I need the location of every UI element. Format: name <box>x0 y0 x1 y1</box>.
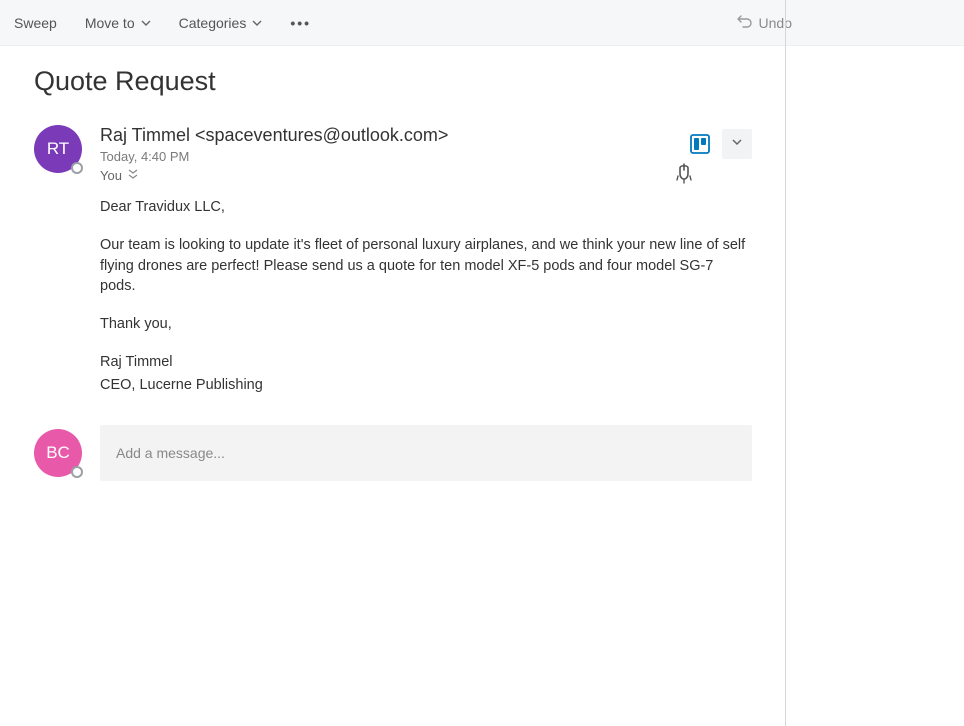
timestamp: Today, 4:40 PM <box>100 149 752 164</box>
trello-addin-button[interactable] <box>690 134 710 154</box>
toolbar: Sweep Move to Categories ••• Undo <box>0 0 964 46</box>
toolbar-left: Sweep Move to Categories ••• <box>0 0 325 46</box>
pane-divider <box>785 0 786 726</box>
signature-name: Raj Timmel <box>100 352 750 372</box>
user-initials: BC <box>46 443 70 463</box>
presence-indicator <box>71 162 83 174</box>
email-subject: Quote Request <box>34 66 752 97</box>
chevron-down-icon <box>252 15 262 31</box>
sweep-label: Sweep <box>14 15 57 31</box>
categories-label: Categories <box>179 15 247 31</box>
email-reading-pane: Quote Request RT Raj Timmel <spaceventur… <box>0 46 786 481</box>
chevron-double-down-icon <box>128 168 138 183</box>
undo-label: Undo <box>759 15 792 31</box>
body-main: Our team is looking to update it's fleet… <box>100 235 750 296</box>
sender-avatar[interactable]: RT <box>34 125 82 173</box>
ellipsis-icon: ••• <box>290 15 311 31</box>
sweep-button[interactable]: Sweep <box>0 0 71 46</box>
signature-title: CEO, Lucerne Publishing <box>100 375 750 395</box>
presence-indicator <box>71 466 83 478</box>
message-meta: Raj Timmel <spaceventures@outlook.com> T… <box>100 125 752 183</box>
body-greeting: Dear Travidux LLC, <box>100 197 750 217</box>
user-avatar[interactable]: BC <box>34 429 82 477</box>
recipients-label: You <box>100 168 122 183</box>
move-to-button[interactable]: Move to <box>71 0 165 46</box>
more-actions-button[interactable]: ••• <box>276 0 325 46</box>
message-more-button[interactable] <box>722 129 752 159</box>
sender-initials: RT <box>47 139 69 159</box>
reply-input[interactable] <box>100 425 752 481</box>
message-header: RT Raj Timmel <spaceventures@outlook.com… <box>34 125 752 183</box>
move-to-label: Move to <box>85 15 135 31</box>
undo-icon <box>737 13 759 32</box>
sender-line: Raj Timmel <spaceventures@outlook.com> <box>100 125 752 146</box>
reply-area: BC <box>34 425 752 481</box>
email-body: Dear Travidux LLC, Our team is looking t… <box>100 197 750 395</box>
chevron-down-icon <box>731 135 743 153</box>
recipients-toggle[interactable]: You <box>100 168 752 183</box>
message-actions <box>690 129 752 159</box>
undo-button[interactable]: Undo <box>717 13 812 32</box>
chevron-down-icon <box>141 15 151 31</box>
categories-button[interactable]: Categories <box>165 0 277 46</box>
body-thanks: Thank you, <box>100 314 750 334</box>
